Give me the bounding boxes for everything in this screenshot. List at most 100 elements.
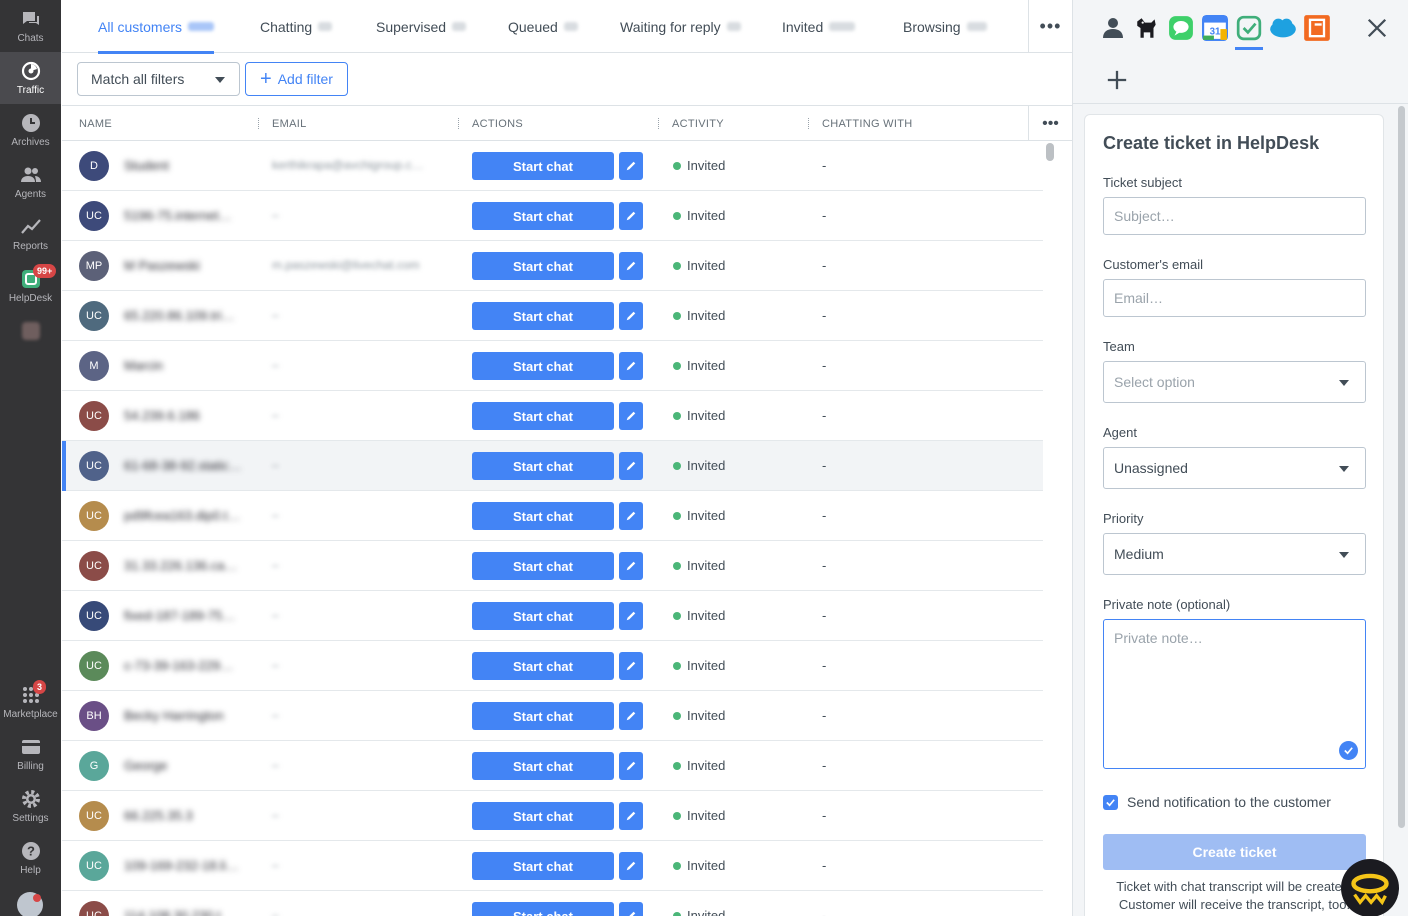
edit-button[interactable] [619, 352, 643, 380]
messages-app-icon[interactable] [1167, 14, 1195, 42]
edit-button[interactable] [619, 252, 643, 280]
column-resize-handle[interactable] [458, 118, 460, 129]
nav-item-traffic[interactable]: Traffic [0, 52, 61, 104]
edit-button[interactable] [619, 552, 643, 580]
start-chat-button[interactable]: Start chat [472, 152, 614, 180]
salesforce-app-icon[interactable] [1269, 14, 1297, 42]
column-header-actions[interactable]: ACTIONS [472, 106, 523, 141]
edit-button[interactable] [619, 202, 643, 230]
nav-item-helpdesk[interactable]: 99+ HelpDesk [0, 260, 61, 312]
table-row[interactable]: MP M Paszewski m.paszewski@livechat.com Sta… [62, 241, 1043, 291]
start-chat-button[interactable]: Start chat [472, 602, 614, 630]
table-row[interactable]: UC 61-68-38-92.static… – Start chat Invited - [62, 441, 1043, 491]
start-chat-button[interactable]: Start chat [472, 352, 614, 380]
create-ticket-button[interactable]: Create ticket [1103, 834, 1366, 870]
edit-button[interactable] [619, 852, 643, 880]
customer-email-input[interactable] [1103, 279, 1366, 317]
start-chat-button[interactable]: Start chat [472, 702, 614, 730]
nav-item-settings[interactable]: Settings [0, 780, 61, 832]
nav-item-agents[interactable]: Agents [0, 156, 61, 208]
edit-button[interactable] [619, 702, 643, 730]
start-chat-button[interactable]: Start chat [472, 752, 614, 780]
tab-invited[interactable]: Invited [782, 0, 856, 53]
table-row[interactable]: D Student kerthikrapa@avchigroup.c… Start c… [62, 141, 1043, 191]
start-chat-button[interactable]: Start chat [472, 802, 614, 830]
table-row[interactable]: BH Becky Harrington – Start chat Invited - [62, 691, 1043, 741]
tab-waiting-for-reply[interactable]: Waiting for reply [620, 0, 741, 53]
column-resize-handle[interactable] [258, 118, 260, 129]
start-chat-button[interactable]: Start chat [472, 502, 614, 530]
start-chat-button[interactable]: Start chat [472, 302, 614, 330]
scrollbar-thumb[interactable] [1046, 143, 1054, 161]
close-panel-button[interactable] [1363, 14, 1391, 42]
send-notification-checkbox[interactable] [1103, 795, 1118, 810]
edit-button[interactable] [619, 802, 643, 830]
team-select[interactable]: Select option [1103, 361, 1366, 403]
edit-button[interactable] [619, 402, 643, 430]
tabs-more-button[interactable]: ••• [1028, 0, 1072, 53]
table-scrollbar[interactable] [1043, 141, 1072, 916]
add-app-button[interactable] [1103, 66, 1131, 94]
edit-button[interactable] [619, 652, 643, 680]
start-chat-button[interactable]: Start chat [472, 252, 614, 280]
edit-button[interactable] [619, 902, 643, 916]
column-header-activity[interactable]: ACTIVITY [672, 106, 724, 141]
agent-select[interactable]: Unassigned [1103, 447, 1366, 489]
helpdesk-app-icon[interactable] [1235, 14, 1263, 50]
table-row[interactable]: M Marcin – Start chat Invited - [62, 341, 1043, 391]
column-resize-handle[interactable] [808, 118, 810, 129]
table-row[interactable]: UC 54.239.6.186 – Start chat Invited - [62, 391, 1043, 441]
start-chat-button[interactable]: Start chat [472, 402, 614, 430]
private-note-textarea[interactable] [1103, 619, 1366, 769]
tab-browsing[interactable]: Browsing [903, 0, 987, 53]
table-row[interactable]: UC 109-169-232-18.li… – Start chat Invited - [62, 841, 1043, 891]
nav-item-chats[interactable]: Chats [0, 0, 61, 52]
table-row[interactable]: UC pd9fcea163.dip0.t… – Start chat Invited - [62, 491, 1043, 541]
nav-item-billing[interactable]: Billing [0, 728, 61, 780]
nav-item-marketplace[interactable]: 3 Marketplace [0, 676, 61, 728]
edit-button[interactable] [619, 152, 643, 180]
table-row[interactable]: G George – Start chat Invited - [62, 741, 1043, 791]
panel-scrollbar[interactable] [1398, 106, 1405, 828]
column-header-name[interactable]: NAME [79, 106, 112, 141]
nav-item-app-blurred[interactable] [0, 312, 61, 364]
nav-item-help[interactable]: ? Help [0, 832, 61, 884]
calendar-app-icon[interactable]: 31 [1201, 14, 1229, 42]
tab-chatting[interactable]: Chatting [260, 0, 333, 53]
add-filter-button[interactable]: + Add filter [245, 62, 348, 96]
edit-button[interactable] [619, 302, 643, 330]
table-row[interactable]: UC 114.108.30.230.t – Start chat Invited - [62, 891, 1043, 916]
edit-button[interactable] [619, 452, 643, 480]
send-notification-label[interactable]: Send notification to the customer [1127, 794, 1331, 810]
start-chat-button[interactable]: Start chat [472, 452, 614, 480]
priority-select[interactable]: Medium [1103, 533, 1366, 575]
table-row[interactable]: UC c-73-39-163-229… – Start chat Invited - [62, 641, 1043, 691]
nav-item-archives[interactable]: Archives [0, 104, 61, 156]
edit-button[interactable] [619, 502, 643, 530]
start-chat-button[interactable]: Start chat [472, 852, 614, 880]
match-filters-select[interactable]: Match all filters [77, 62, 240, 96]
start-chat-button[interactable]: Start chat [472, 552, 614, 580]
start-chat-button[interactable]: Start chat [472, 902, 614, 916]
customer-details-icon[interactable] [1099, 14, 1127, 42]
table-row[interactable]: UC 66.225.35.3 – Start chat Invited - [62, 791, 1043, 841]
tab-queued[interactable]: Queued [508, 0, 578, 53]
table-row[interactable]: UC fixed-187-189-75… – Start chat Invited - [62, 591, 1043, 641]
column-header-email[interactable]: EMAIL [272, 106, 307, 141]
dog-app-icon[interactable] [1133, 14, 1161, 42]
start-chat-button[interactable]: Start chat [472, 652, 614, 680]
columns-more-button[interactable]: ••• [1028, 106, 1072, 141]
column-header-chatting-with[interactable]: CHATTING WITH [822, 106, 912, 141]
edit-button[interactable] [619, 602, 643, 630]
tab-all-customers[interactable]: All customers [98, 0, 215, 54]
tab-supervised[interactable]: Supervised [376, 0, 467, 53]
table-row[interactable]: UC 5196-75.internet… – Start chat Invited - [62, 191, 1043, 241]
table-row[interactable]: UC 31.33.226.136.ca… – Start chat Invited - [62, 541, 1043, 591]
start-chat-button[interactable]: Start chat [472, 202, 614, 230]
ticket-app-icon[interactable] [1303, 14, 1331, 42]
table-row[interactable]: UC 65.220.86.109.tri… – Start chat Invited - [62, 291, 1043, 341]
chat-widget-button[interactable] [1341, 859, 1399, 916]
nav-item-reports[interactable]: Reports [0, 208, 61, 260]
column-resize-handle[interactable] [658, 118, 660, 129]
ticket-subject-input[interactable] [1103, 197, 1366, 235]
